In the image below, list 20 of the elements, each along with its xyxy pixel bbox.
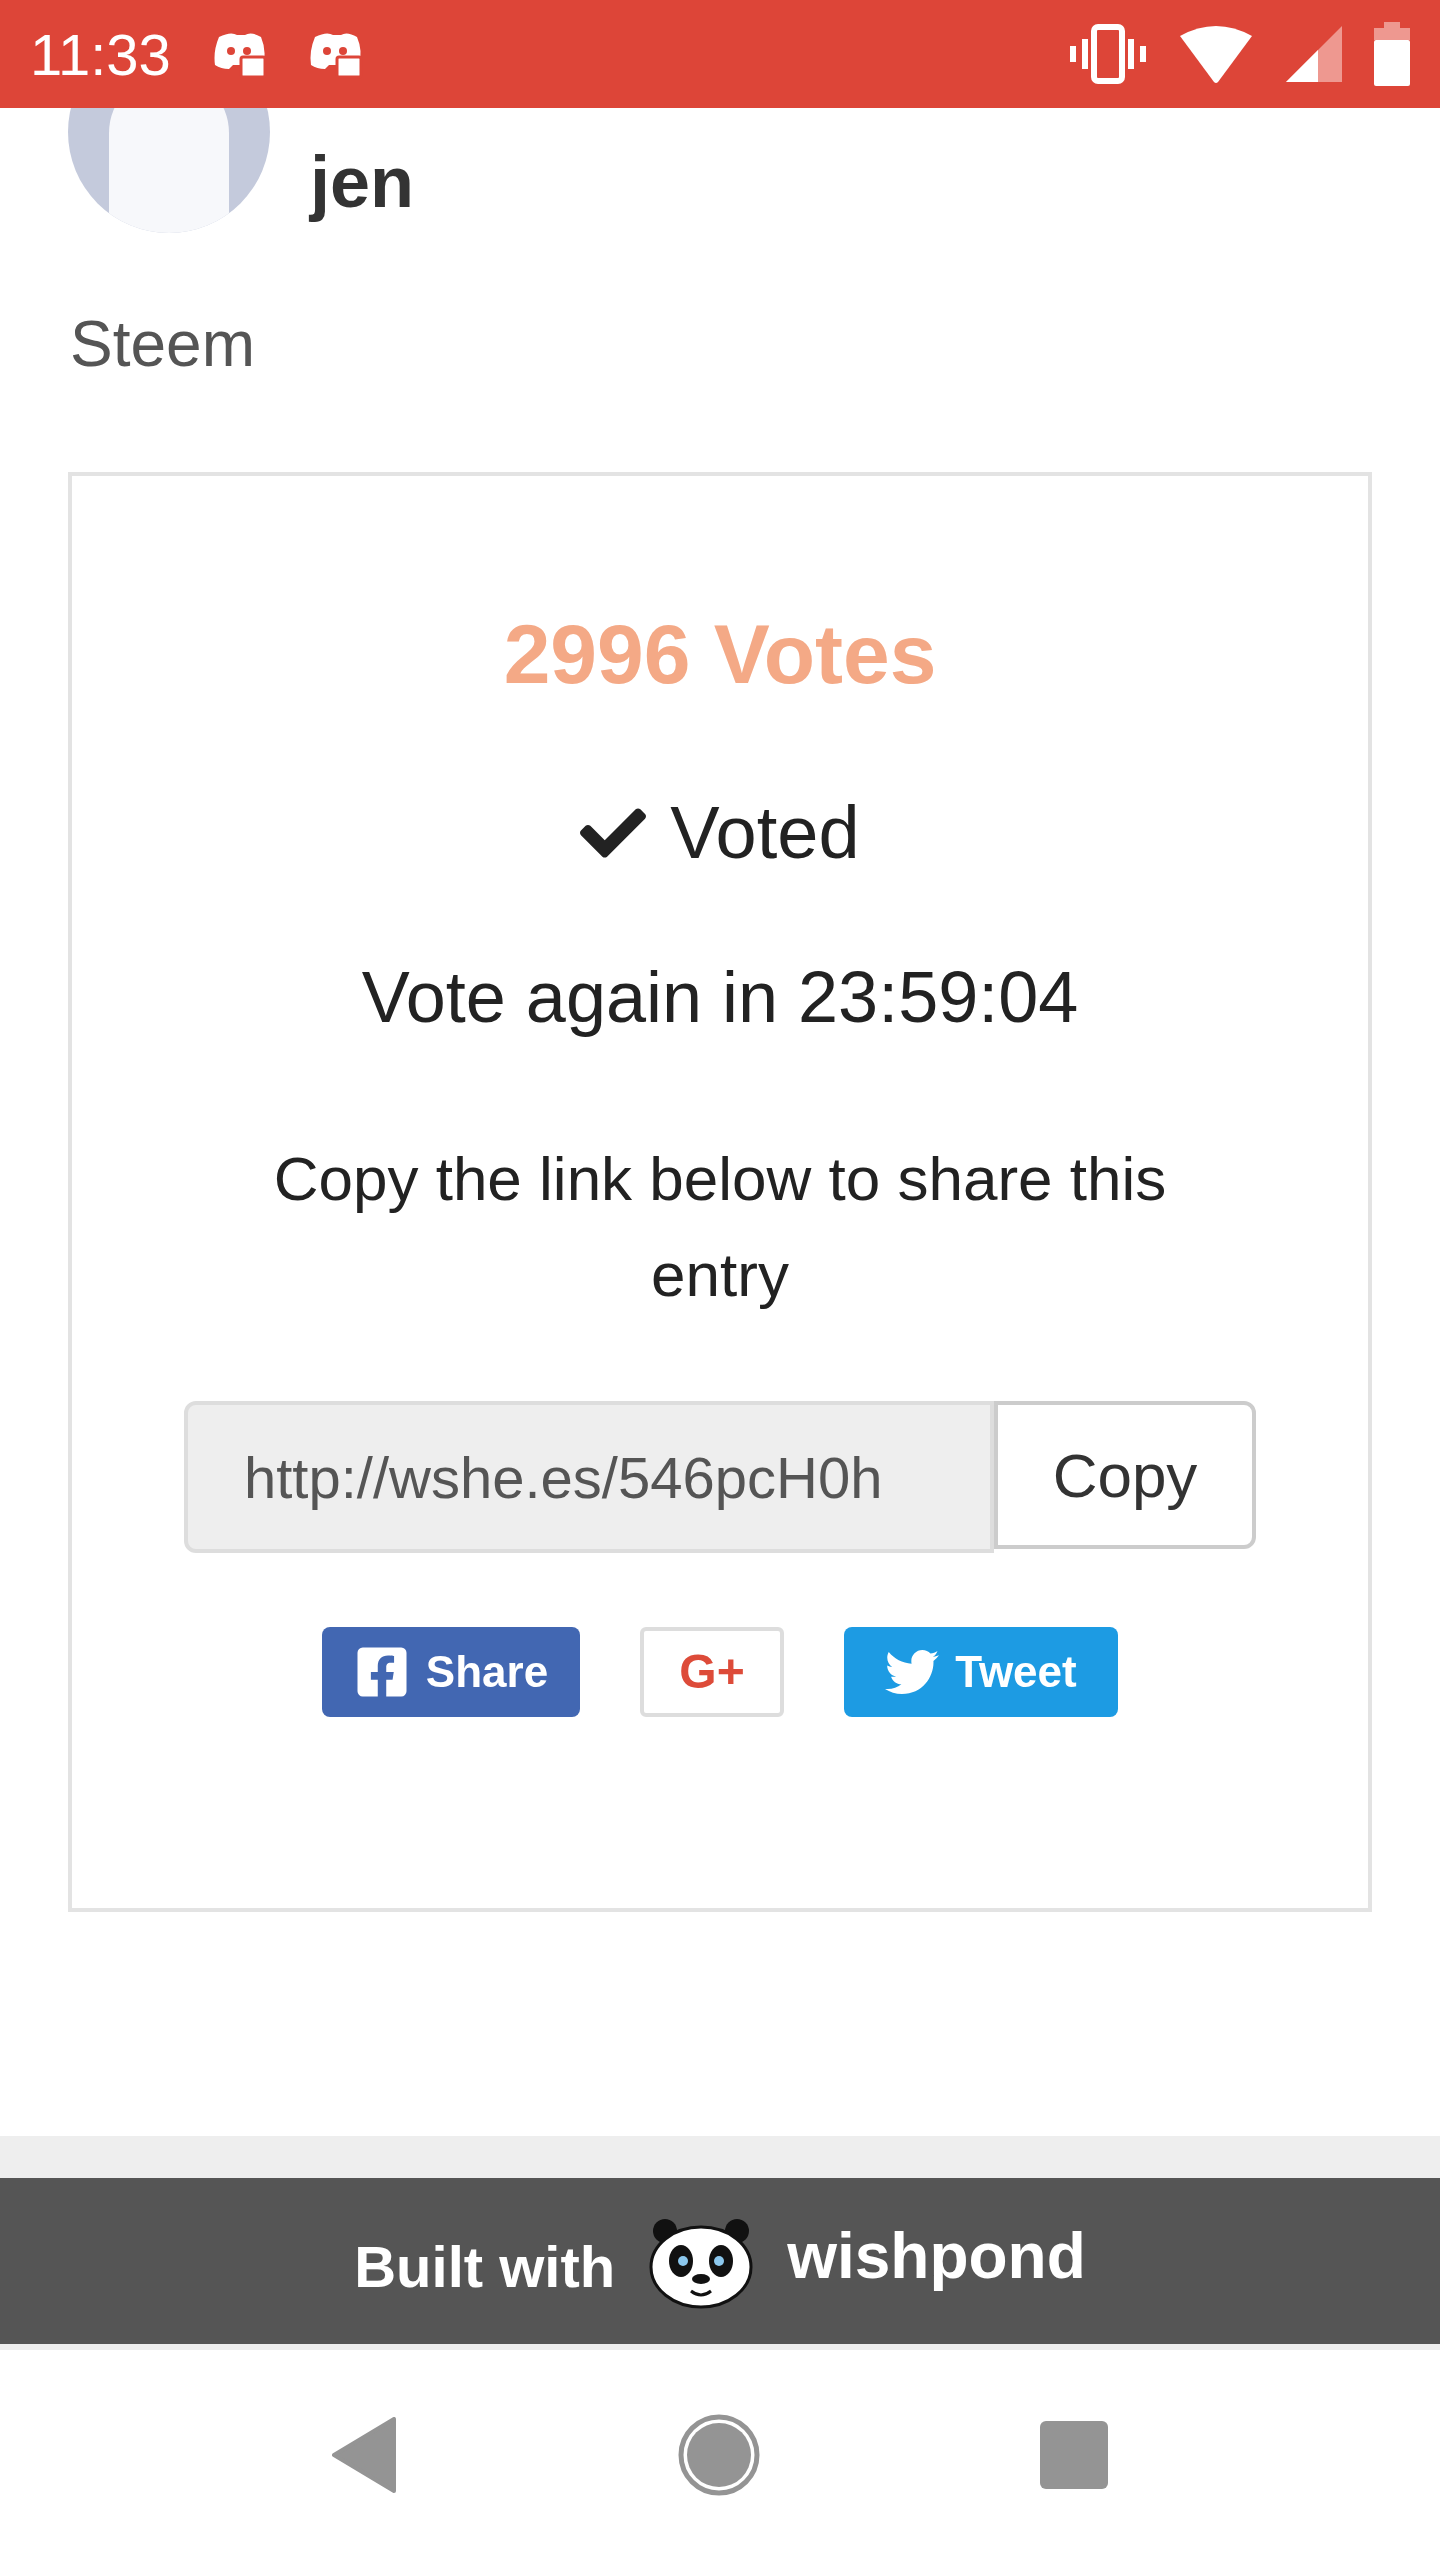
battery-icon — [1374, 22, 1410, 86]
clock: 11:33 — [30, 20, 171, 89]
wifi-icon — [1178, 24, 1254, 84]
back-icon[interactable] — [332, 2417, 398, 2493]
copy-button[interactable]: Copy — [994, 1401, 1256, 1549]
vibrate-icon — [1070, 24, 1146, 84]
voted-status: Voted — [670, 790, 860, 876]
tweet-button[interactable]: Tweet — [844, 1627, 1118, 1717]
signal-icon — [1286, 26, 1342, 82]
google-plus-button[interactable]: G+ — [640, 1627, 784, 1717]
link-field[interactable]: http://wshe.es/546pcH0h — [184, 1401, 994, 1553]
subtitle: Steem — [70, 307, 256, 382]
share-hint: Copy the link below to share this entry — [272, 1143, 1168, 1311]
user-name: jen — [310, 141, 415, 224]
countdown: Vote again in 23:59:04 — [361, 956, 1079, 1039]
brand-name: wishpond — [787, 2219, 1086, 2294]
facebook-share-button[interactable]: Share — [322, 1627, 580, 1717]
home-icon[interactable] — [678, 2414, 760, 2496]
built-with-text: Built with — [354, 2232, 616, 2301]
vote-count: 2996 Votes — [503, 606, 937, 703]
